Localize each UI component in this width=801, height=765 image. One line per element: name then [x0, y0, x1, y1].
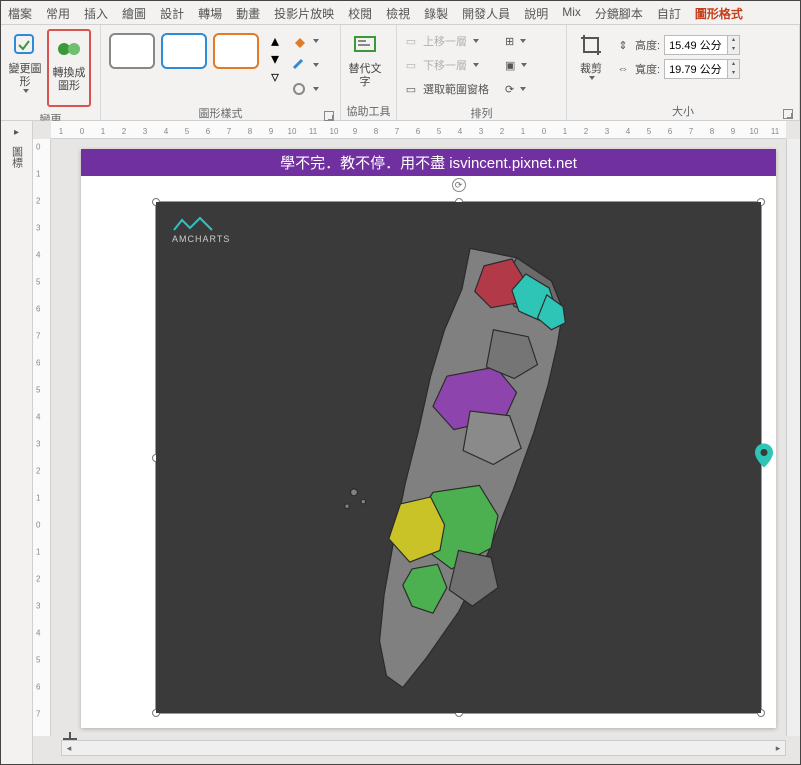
height-input[interactable]: ▴▾ [664, 35, 740, 55]
rotate-button[interactable]: ⟳ [505, 79, 525, 99]
align-icon: ⊞ [505, 33, 514, 49]
scroll-left-icon[interactable]: ◂ [62, 743, 76, 754]
gallery-more-icon[interactable]: ▿ [267, 69, 283, 85]
crop-label: 裁剪 [580, 63, 602, 76]
dialog-launcher-icon[interactable] [783, 109, 793, 119]
change-shape-icon [11, 31, 39, 59]
group-size: 裁剪 ⇕ 高度: ▴▾ ⇔ 寬度: ▴▾ [567, 25, 800, 120]
dialog-launcher-icon[interactable] [324, 111, 334, 121]
rotate-handle[interactable]: ⟳ [452, 178, 466, 192]
ruler-horizontal: 1012345678910111098765432101234567891011 [51, 121, 786, 139]
ribbon: 變更圖形 轉換成圖形 變更 ▴ ▾ [1, 25, 800, 121]
scrollbar-horizontal[interactable]: ◂ ▸ [61, 740, 786, 756]
group-icon: ▣ [505, 57, 515, 73]
spin-down-icon[interactable]: ▾ [727, 45, 739, 54]
bring-forward-icon: ▭ [403, 33, 419, 49]
fill-icon [291, 33, 307, 49]
selected-graphic[interactable]: ⟳ AMCHARTS [155, 201, 762, 714]
panel-label: 圖標 [9, 146, 25, 168]
group-shape-style-label: 圖形樣式 [105, 103, 336, 123]
align-button[interactable]: ⊞ [505, 31, 525, 51]
spin-down-icon[interactable]: ▾ [727, 69, 739, 78]
crop-icon [577, 31, 605, 59]
chevron-down-icon [313, 39, 319, 43]
rotate-icon: ⟳ [505, 81, 514, 97]
group-arrange-label: 排列 [401, 103, 562, 123]
scroll-right-icon[interactable]: ▸ [771, 743, 785, 754]
group-shape-style: ▴ ▾ ▿ 圖形樣式 [101, 25, 341, 120]
editor-area: ▸ 圖標 10123456789101110987654321012345678… [1, 121, 800, 764]
selection-pane-icon: ▭ [403, 81, 419, 97]
tab-design[interactable]: 設計 [153, 1, 191, 24]
shape-effects-button[interactable] [291, 79, 319, 99]
group-a11y-label: 協助工具 [345, 101, 392, 121]
convert-icon [55, 35, 83, 63]
gallery-up-icon[interactable]: ▴ [267, 33, 283, 49]
style-preset-2[interactable] [161, 33, 207, 69]
chevron-down-icon [313, 87, 319, 91]
group-button[interactable]: ▣ [505, 55, 525, 75]
outline-icon [291, 57, 307, 73]
spin-up-icon[interactable]: ▴ [727, 60, 739, 69]
height-label: 高度: [635, 37, 660, 53]
convert-to-shape-button[interactable]: 轉換成圖形 [49, 31, 89, 105]
tab-record[interactable]: 錄製 [417, 1, 455, 24]
alt-text-icon [351, 31, 379, 59]
tab-home[interactable]: 常用 [39, 1, 77, 24]
tab-storyboard[interactable]: 分鏡腳本 [588, 1, 650, 24]
tab-review[interactable]: 校閱 [341, 1, 379, 24]
shape-outline-button[interactable] [291, 55, 319, 75]
tab-developer[interactable]: 開發人員 [455, 1, 517, 24]
change-shape-label: 變更圖形 [7, 63, 43, 89]
group-arrange: ▭ 上移一層 ▭ 下移一層 ▭ 選取範圍窗格 ⊞ ▣ ⟳ 排列 [397, 25, 567, 120]
effects-icon [291, 81, 307, 97]
ribbon-tabs: 檔案 常用 插入 繪圖 設計 轉場 動畫 投影片放映 校閱 檢視 錄製 開發人員… [1, 1, 800, 25]
send-backward-button[interactable]: ▭ 下移一層 [403, 55, 499, 75]
ruler-vertical: 0123456765432101234567 [33, 139, 51, 736]
spin-up-icon[interactable]: ▴ [727, 36, 739, 45]
send-backward-icon: ▭ [403, 57, 419, 73]
group-size-label: 大小 [571, 101, 795, 121]
alt-text-button[interactable]: 替代文字 [345, 27, 385, 101]
scrollbar-vertical[interactable] [786, 139, 800, 736]
tab-view[interactable]: 檢視 [379, 1, 417, 24]
taiwan-map [156, 202, 761, 713]
expand-icon[interactable]: ▸ [14, 127, 19, 138]
tab-insert[interactable]: 插入 [77, 1, 115, 24]
convert-label: 轉換成圖形 [51, 67, 87, 93]
svg-map-graphic: AMCHARTS [156, 202, 761, 713]
thumbnail-panel-collapsed[interactable]: ▸ 圖標 [1, 121, 33, 764]
crop-button[interactable]: 裁剪 [571, 27, 611, 101]
group-accessibility: 替代文字 協助工具 [341, 25, 397, 120]
chevron-down-icon [313, 63, 319, 67]
width-label: 寬度: [635, 61, 660, 77]
selection-pane-button[interactable]: ▭ 選取範圍窗格 [403, 79, 499, 99]
height-icon: ⇕ [615, 37, 631, 53]
slide[interactable]: 學不完．教不停．用不盡 isvincent.pixnet.net ⟳ AMCHA… [81, 149, 776, 728]
tab-draw[interactable]: 繪圖 [115, 1, 153, 24]
group-change: 變更圖形 轉換成圖形 變更 [1, 25, 101, 120]
tab-transition[interactable]: 轉場 [191, 1, 229, 24]
width-input[interactable]: ▴▾ [664, 59, 740, 79]
change-shape-button[interactable]: 變更圖形 [5, 27, 45, 101]
chevron-down-icon [23, 89, 29, 93]
style-preset-1[interactable] [109, 33, 155, 69]
tab-mix[interactable]: Mix [555, 1, 588, 24]
tab-custom[interactable]: 自訂 [650, 1, 688, 24]
alt-text-label: 替代文字 [347, 63, 383, 89]
amcharts-logo: AMCHARTS [172, 216, 230, 244]
tab-file[interactable]: 檔案 [1, 1, 39, 24]
tab-animation[interactable]: 動畫 [229, 1, 267, 24]
tab-help[interactable]: 說明 [517, 1, 555, 24]
bring-forward-button[interactable]: ▭ 上移一層 [403, 31, 499, 51]
tab-graphics-format[interactable]: 圖形格式 [688, 1, 750, 24]
width-icon: ⇔ [615, 61, 631, 77]
gallery-down-icon[interactable]: ▾ [267, 51, 283, 67]
tab-slideshow[interactable]: 投影片放映 [267, 1, 341, 24]
shape-fill-button[interactable] [291, 31, 319, 51]
style-preset-3[interactable] [213, 33, 259, 69]
location-pin-icon [755, 443, 773, 472]
slide-banner: 學不完．教不停．用不盡 isvincent.pixnet.net [81, 149, 776, 176]
